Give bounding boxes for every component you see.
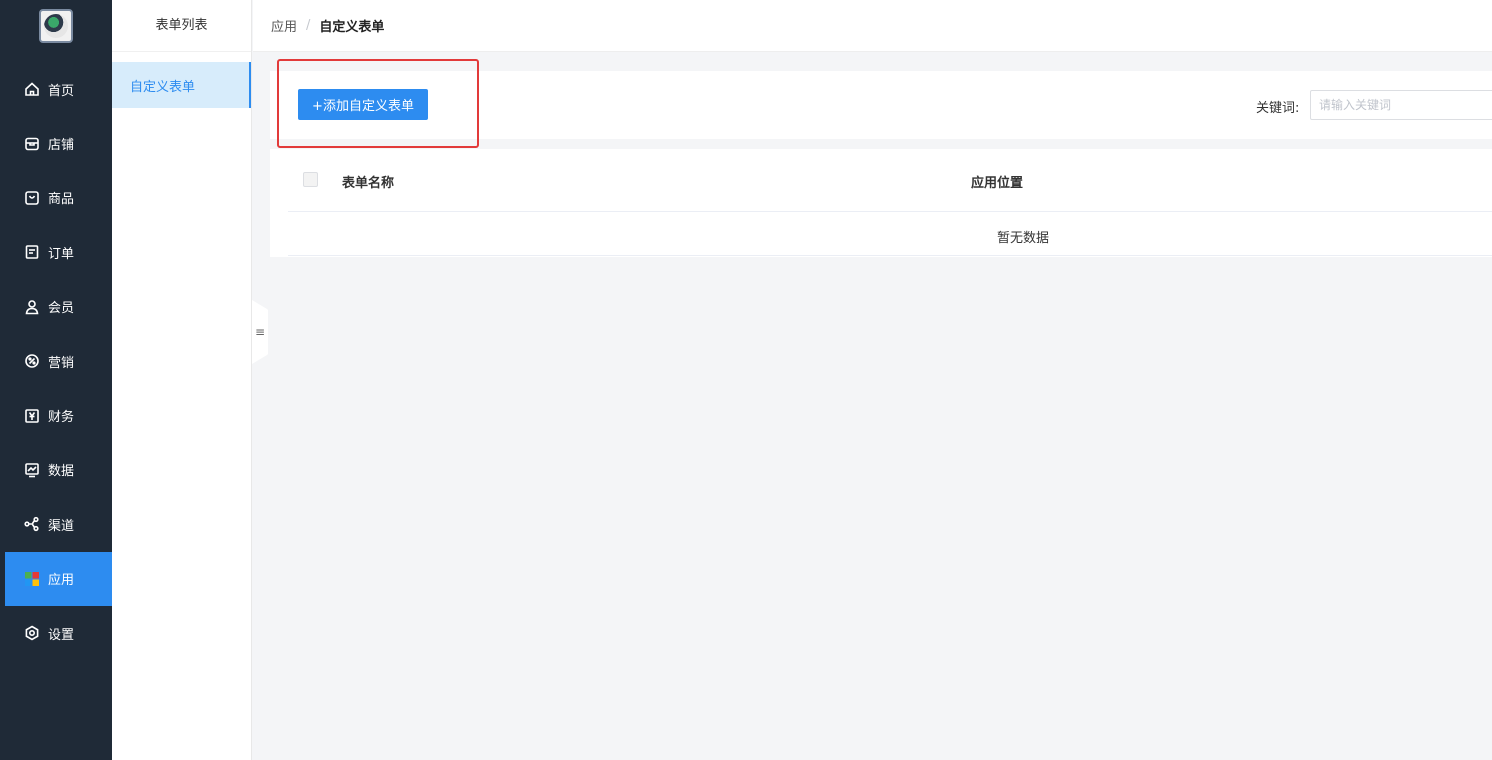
sub-sidebar: 表单列表 自定义表单 xyxy=(112,0,252,760)
column-header-position[interactable]: 应用位置 xyxy=(971,172,1023,191)
apps-icon xyxy=(24,571,40,587)
main-nav: 首页 店铺 商品 订单 会员 营销 财务 数据 渠道 应用 设置 xyxy=(0,0,112,760)
nav-item-home[interactable]: 首页 xyxy=(0,62,112,116)
app-logo[interactable] xyxy=(39,9,73,43)
app-root: 首页 店铺 商品 订单 会员 营销 财务 数据 渠道 应用 设置 表单列表 自定… xyxy=(0,0,1492,760)
nav-item-label: 设置 xyxy=(48,627,75,643)
menu-icon: ≡ xyxy=(254,325,266,339)
settings-icon xyxy=(24,625,40,641)
nav-item-label: 应用 xyxy=(48,573,75,589)
breadcrumb-separator: / xyxy=(306,18,311,33)
nav-item-finance[interactable]: 财务 xyxy=(0,388,112,442)
nav-item-label: 订单 xyxy=(48,246,75,262)
user-icon xyxy=(24,299,40,315)
sub-sidebar-item-label: 自定义表单 xyxy=(130,80,196,95)
sub-sidebar-title: 表单列表 xyxy=(112,0,251,52)
nav-item-label: 财务 xyxy=(48,410,75,426)
sub-sidebar-item-custom-form[interactable]: 自定义表单 xyxy=(112,62,251,108)
home-icon xyxy=(24,81,40,97)
store-icon xyxy=(24,136,40,152)
nav-item-label: 渠道 xyxy=(48,518,75,534)
select-all-checkbox[interactable] xyxy=(303,172,318,187)
sidebar-collapse-button[interactable]: ≡ xyxy=(252,300,268,364)
forms-table: 表单名称 应用位置 暂无数据 xyxy=(270,149,1492,257)
nav-item-label: 店铺 xyxy=(48,138,75,154)
nav-item-data[interactable]: 数据 xyxy=(0,443,112,497)
nav-item-members[interactable]: 会员 xyxy=(0,280,112,334)
nav-item-label: 首页 xyxy=(48,83,75,99)
table-header: 表单名称 应用位置 xyxy=(288,149,1492,212)
logo-area xyxy=(0,0,112,52)
nav-item-apps[interactable]: 应用 xyxy=(5,551,112,606)
bag-icon xyxy=(24,190,40,206)
breadcrumb-parent[interactable]: 应用 xyxy=(271,16,297,35)
column-header-form-name[interactable]: 表单名称 xyxy=(342,172,394,191)
channel-icon xyxy=(24,516,40,532)
order-icon xyxy=(24,244,40,260)
marketing-icon xyxy=(24,353,40,369)
nav-item-orders[interactable]: 订单 xyxy=(0,225,112,279)
nav-item-label: 营销 xyxy=(48,355,75,371)
logo-mark xyxy=(44,14,68,38)
keyword-label: 关键词: xyxy=(1256,101,1300,116)
nav-item-label: 数据 xyxy=(48,464,75,480)
nav-item-store[interactable]: 店铺 xyxy=(0,116,112,170)
finance-icon xyxy=(24,408,40,424)
table-empty-row: 暂无数据 xyxy=(288,212,1492,256)
nav-item-label: 会员 xyxy=(48,301,75,317)
nav-item-channels[interactable]: 渠道 xyxy=(0,497,112,551)
nav-item-marketing[interactable]: 营销 xyxy=(0,334,112,388)
breadcrumb-current: 自定义表单 xyxy=(319,20,385,35)
keyword-search-input[interactable] xyxy=(1310,90,1492,120)
add-custom-form-button[interactable]: +添加自定义表单 xyxy=(298,89,428,120)
toolbar: +添加自定义表单 关键词: xyxy=(270,71,1492,139)
breadcrumb: 应用 / 自定义表单 xyxy=(253,0,1492,52)
nav-item-goods[interactable]: 商品 xyxy=(0,171,112,225)
nav-list: 首页 店铺 商品 订单 会员 营销 财务 数据 渠道 应用 设置 xyxy=(0,62,112,660)
empty-state-text: 暂无数据 xyxy=(997,231,1050,246)
nav-item-settings[interactable]: 设置 xyxy=(0,606,112,660)
chart-icon xyxy=(24,462,40,478)
nav-item-label: 商品 xyxy=(48,192,75,208)
